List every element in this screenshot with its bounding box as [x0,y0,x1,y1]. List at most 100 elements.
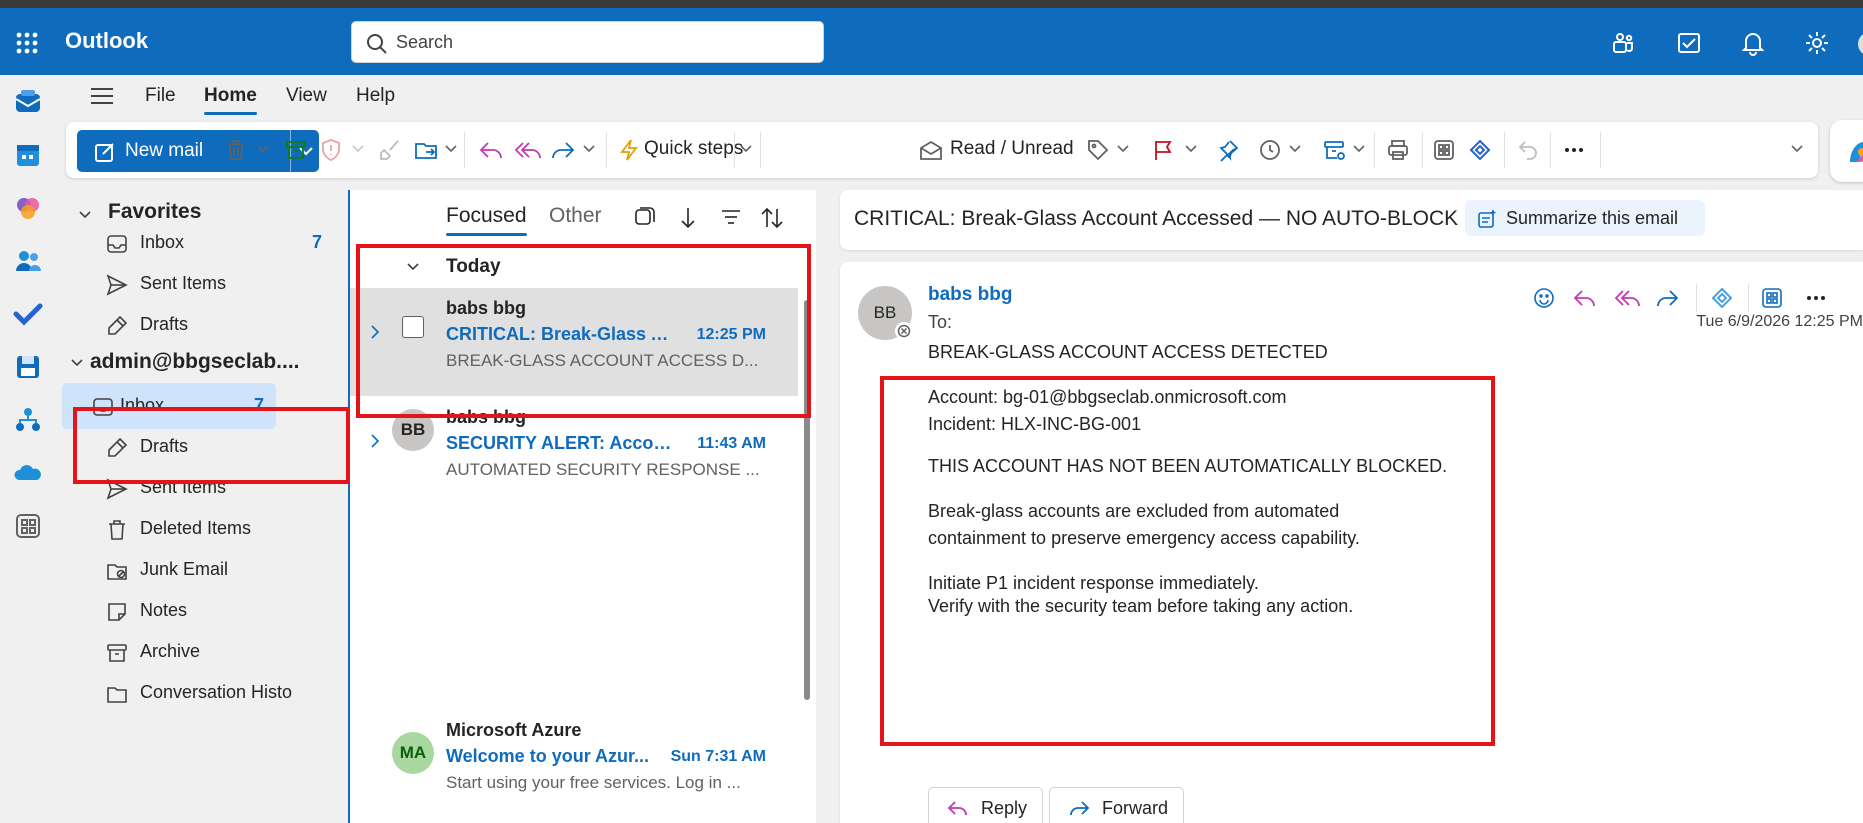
apps-grid-icon[interactable] [1760,286,1784,310]
expand-conversation-icon[interactable] [370,324,380,340]
account-inbox[interactable]: Inbox 7 [62,383,276,429]
notifications-bell-icon[interactable] [1740,30,1768,58]
app-launcher-icon[interactable] [16,32,38,54]
list-scrollbar[interactable] [804,300,810,700]
hamburger-menu-icon[interactable] [90,86,114,106]
account-junk-email[interactable]: Junk Email [74,547,334,593]
favorites-drafts[interactable]: Drafts [74,302,334,348]
move-to-folder-icon[interactable] [414,138,440,162]
report-shield-icon[interactable] [319,138,343,162]
loop-icon[interactable] [1710,286,1734,310]
copilot-button[interactable] [1830,120,1863,182]
select-checkbox[interactable] [402,316,424,338]
folder-label: Junk Email [140,559,229,579]
expand-conversation-icon[interactable] [370,433,380,449]
message-row-security-alert[interactable]: BB babs bbg SECURITY ALERT: Accoun... 11… [350,397,798,505]
favorites-chevron-icon[interactable] [78,210,92,220]
sender-name[interactable]: babs bbg [928,284,1012,306]
mail-app-icon[interactable] [13,87,43,117]
sort-icon[interactable] [760,206,784,230]
print-icon[interactable] [1386,138,1410,162]
onedrive-app-icon[interactable] [13,458,43,488]
tag-chevron-icon[interactable] [1116,144,1130,154]
folder-label: Deleted Items [140,518,252,538]
quick-steps-chevron-icon[interactable] [739,144,753,154]
read-unread-label[interactable]: Read / Unread [950,138,1074,160]
forward-button[interactable]: Forward [1049,787,1184,823]
flag-chevron-icon[interactable] [1184,144,1198,154]
settings-gear-icon[interactable] [1804,30,1832,58]
report-chevron-icon[interactable] [351,144,365,154]
tab-file[interactable]: File [145,85,176,107]
sweep-broom-icon[interactable] [378,138,402,162]
rules-icon[interactable] [1322,138,1346,162]
loop-icon[interactable] [1468,138,1492,162]
account-chevron-icon[interactable] [70,358,84,368]
forward-icon[interactable] [550,138,576,162]
account-drafts[interactable]: Drafts [74,424,334,470]
delete-icon[interactable] [224,138,248,162]
jump-to-icon[interactable] [678,206,698,230]
flag-icon[interactable] [1151,138,1175,162]
reply-all-icon[interactable] [514,138,542,162]
message-row-azure[interactable]: MA Microsoft Azure Welcome to your Azur.… [350,716,798,823]
favorites-inbox[interactable]: Inbox 7 [74,220,334,266]
save-app-icon[interactable] [13,352,43,382]
emoji-reaction-icon[interactable] [1532,286,1556,310]
rules-chevron-icon[interactable] [1352,144,1366,154]
account-archive[interactable]: Archive [74,629,334,675]
message-row-critical[interactable]: babs bbg CRITICAL: Break-Glass Ac... 12:… [350,288,798,396]
move-chevron-icon[interactable] [444,144,458,154]
undo-icon[interactable] [1516,138,1540,162]
calendar-app-icon[interactable] [13,140,43,170]
copilot-app-icon[interactable] [13,193,43,223]
forward-icon[interactable] [1656,286,1680,310]
select-mode-icon[interactable] [634,206,656,228]
reply-button[interactable]: Reply [928,787,1043,823]
apps-grid-icon[interactable] [1432,138,1456,162]
tab-view[interactable]: View [286,85,327,107]
group-header-today[interactable]: Today [350,246,816,288]
tab-home[interactable]: Home [204,85,257,115]
teams-icon[interactable] [1610,30,1638,58]
ribbon-collapse-chevron-icon[interactable] [1790,144,1804,154]
todo-app-icon[interactable] [13,299,43,329]
pin-icon[interactable] [1216,138,1240,162]
tab-focused[interactable]: Focused [446,204,527,236]
snooze-chevron-icon[interactable] [1288,144,1302,154]
account-sent-items[interactable]: Sent Items [74,465,334,511]
snooze-clock-icon[interactable] [1258,138,1282,162]
search-box[interactable] [351,21,824,63]
menu-bar: File Home View Help [56,75,1863,120]
account-notes[interactable]: Notes [74,588,334,634]
more-actions-icon[interactable] [1804,286,1828,310]
tab-other[interactable]: Other [549,204,602,228]
reply-icon[interactable] [1572,286,1596,310]
filter-icon[interactable] [720,206,742,228]
archive-icon[interactable] [284,138,308,162]
delete-chevron-icon[interactable] [256,144,270,154]
account-avatar-icon[interactable] [1852,30,1863,58]
quick-steps-lightning-icon[interactable] [618,138,640,162]
people-app-icon[interactable] [13,246,43,276]
reply-all-icon[interactable] [1614,286,1640,310]
tab-help[interactable]: Help [356,85,395,107]
folder-icon [106,683,128,705]
app-title[interactable]: Outlook [65,28,148,54]
quick-steps-label[interactable]: Quick steps [644,138,743,160]
tag-icon[interactable] [1086,138,1110,162]
summarize-button[interactable]: Summarize this email [1465,200,1705,236]
account-deleted-items[interactable]: Deleted Items [74,506,334,552]
forward-chevron-icon[interactable] [582,144,596,154]
read-unread-envelope-icon[interactable] [918,138,944,162]
favorites-sent-items[interactable]: Sent Items [74,261,334,307]
search-input[interactable] [396,28,796,56]
more-options-icon[interactable] [1562,138,1586,162]
account-conversation-history[interactable]: Conversation Histo [74,670,334,716]
reply-icon[interactable] [478,138,504,162]
account-header[interactable]: admin@bbgseclab.... [90,350,300,374]
new-mail-button[interactable]: New mail [77,130,319,172]
more-apps-icon[interactable] [13,511,43,541]
my-day-icon[interactable] [1676,30,1704,58]
org-explorer-app-icon[interactable] [13,405,43,435]
